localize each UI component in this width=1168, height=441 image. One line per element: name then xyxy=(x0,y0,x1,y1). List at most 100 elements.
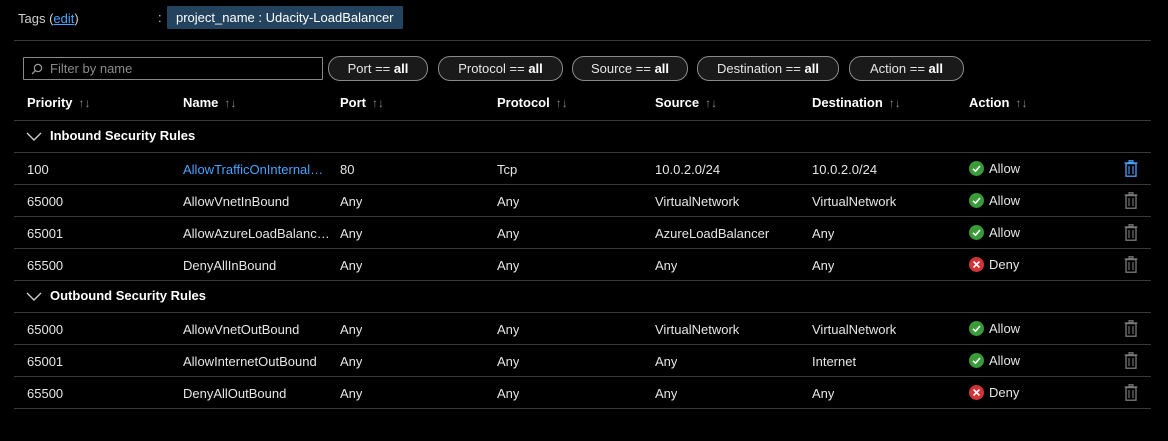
cell-destination: Internet xyxy=(812,354,857,369)
cell-destination: VirtualNetwork xyxy=(812,322,897,337)
cell-action: Allow xyxy=(969,193,1020,208)
cell-source: Any xyxy=(655,258,678,273)
tags-colon: : xyxy=(158,10,162,25)
cell-source: VirtualNetwork xyxy=(655,194,740,209)
cell-port: Any xyxy=(340,194,363,209)
column-name-label: Name xyxy=(183,95,219,110)
table-row[interactable]: 65000 AllowVnetOutBound Any Any VirtualNetwo… xyxy=(14,313,1151,345)
cell-destination: Any xyxy=(812,258,835,273)
column-port-label: Port xyxy=(340,95,366,110)
table-row[interactable]: 100 AllowTrafficOnInternalS… 80 Tcp 10.0.2.0… xyxy=(14,153,1151,185)
group-header[interactable]: Outbound Security Rules xyxy=(14,281,1151,313)
column-action-label: Action xyxy=(969,95,1010,110)
action-label: Allow xyxy=(989,321,1021,336)
table-header: Priority ↑↓ Name ↑↓ Port ↑↓ Protocol ↑↓ Sour… xyxy=(14,90,1151,121)
cell-protocol: Any xyxy=(497,194,520,209)
cell-priority: 65000 xyxy=(27,322,64,337)
trash-icon[interactable] xyxy=(1124,352,1140,370)
cell-protocol: Any xyxy=(497,226,520,241)
cell-protocol: Any xyxy=(497,354,520,369)
filter-box[interactable] xyxy=(23,57,323,80)
pill-destination-value: all xyxy=(804,61,819,76)
column-header-port[interactable]: Port ↑↓ xyxy=(340,95,384,110)
cell-source: Any xyxy=(655,386,678,401)
filter-pill-destination[interactable]: Destination == all xyxy=(697,56,839,81)
column-protocol-label: Protocol xyxy=(497,95,550,110)
tags-row: Tags (edit) xyxy=(18,6,79,30)
column-header-name[interactable]: Name ↑↓ xyxy=(183,95,236,110)
filter-pill-action[interactable]: Action == all xyxy=(849,56,964,81)
table-row[interactable]: 65001 AllowInternetOutBound Any Any Any Inter… xyxy=(14,345,1151,377)
column-destination-label: Destination xyxy=(812,95,883,110)
filter-pill-protocol[interactable]: Protocol == all xyxy=(438,56,563,81)
column-header-destination[interactable]: Destination ↑↓ xyxy=(812,95,901,110)
trash-icon[interactable] xyxy=(1124,160,1140,178)
pill-action-label: Action == xyxy=(869,61,929,76)
cell-priority: 65001 xyxy=(27,226,64,241)
column-header-source[interactable]: Source ↑↓ xyxy=(655,95,717,110)
x-circle-icon xyxy=(969,257,984,272)
filter-pill-port[interactable]: Port == all xyxy=(328,56,428,81)
sort-icon: ↑↓ xyxy=(1015,96,1028,110)
action-label: Deny xyxy=(989,257,1020,272)
cell-port: Any xyxy=(340,354,363,369)
cell-name: AllowVnetInBound xyxy=(183,194,290,209)
pill-destination-label: Destination == xyxy=(717,61,805,76)
cell-priority: 100 xyxy=(27,162,49,177)
cell-destination: Any xyxy=(812,386,835,401)
action-label: Allow xyxy=(989,161,1021,176)
chevron-down-icon[interactable] xyxy=(26,130,42,145)
trash-icon[interactable] xyxy=(1124,192,1140,210)
check-circle-icon xyxy=(969,225,984,240)
pill-port-value: all xyxy=(393,61,409,76)
pill-source-value: all xyxy=(654,61,670,76)
cell-port: Any xyxy=(340,386,363,401)
trash-icon[interactable] xyxy=(1124,384,1140,402)
cell-protocol: Any xyxy=(497,386,520,401)
cell-name: AllowVnetOutBound xyxy=(183,322,300,337)
cell-port: Any xyxy=(340,258,363,273)
column-header-action[interactable]: Action ↑↓ xyxy=(969,95,1027,110)
trash-icon[interactable] xyxy=(1124,224,1140,242)
cell-name[interactable]: AllowTrafficOnInternalS… xyxy=(183,162,331,177)
sort-icon: ↑↓ xyxy=(888,96,901,110)
cell-action: Deny xyxy=(969,385,1019,400)
group-title: Outbound Security Rules xyxy=(50,288,207,303)
tags-label-text: Tags ( xyxy=(18,10,54,26)
sort-icon: ↑↓ xyxy=(555,96,568,110)
column-source-label: Source xyxy=(655,95,700,110)
sort-icon: ↑↓ xyxy=(224,96,237,110)
cell-name: DenyAllInBound xyxy=(183,258,277,273)
cell-destination: VirtualNetwork xyxy=(812,194,897,209)
group-header[interactable]: Inbound Security Rules xyxy=(14,121,1151,153)
filter-pill-source[interactable]: Source == all xyxy=(572,56,688,81)
tags-edit-link[interactable]: edit xyxy=(53,11,74,26)
cell-action: Allow xyxy=(969,225,1020,240)
pill-action-value: all xyxy=(928,61,943,76)
cell-action: Allow xyxy=(969,161,1020,176)
cell-priority: 65000 xyxy=(27,194,64,209)
table-row[interactable]: 65001 AllowAzureLoadBalance… Any Any AzureLo… xyxy=(14,217,1151,249)
cell-source: AzureLoadBalancer xyxy=(655,226,770,241)
table-row[interactable]: 65000 AllowVnetInBound Any Any VirtualNetwor… xyxy=(14,185,1151,217)
cell-destination: 10.0.2.0/24 xyxy=(812,162,878,177)
table-row[interactable]: 65500 DenyAllOutBound Any Any Any Any Deny xyxy=(14,377,1151,409)
pill-source-label: Source == xyxy=(590,61,655,76)
cell-priority: 65001 xyxy=(27,354,64,369)
cell-priority: 65500 xyxy=(27,258,64,273)
column-header-protocol[interactable]: Protocol ↑↓ xyxy=(497,95,568,110)
cell-source: VirtualNetwork xyxy=(655,322,740,337)
filter-input[interactable] xyxy=(46,61,314,76)
check-circle-icon xyxy=(969,321,984,336)
x-circle-icon xyxy=(969,385,984,400)
trash-icon[interactable] xyxy=(1124,320,1140,338)
tag-chip[interactable]: project_name : Udacity-LoadBalancer xyxy=(167,6,403,29)
column-priority-label: Priority xyxy=(27,95,73,110)
table-row[interactable]: 65500 DenyAllInBound Any Any Any Any Deny xyxy=(14,249,1151,281)
cell-name: AllowInternetOutBound xyxy=(183,354,317,369)
trash-icon[interactable] xyxy=(1124,256,1140,274)
cell-protocol: Tcp xyxy=(497,162,518,177)
chevron-down-icon[interactable] xyxy=(26,290,42,305)
sort-icon: ↑↓ xyxy=(372,96,384,110)
column-header-priority[interactable]: Priority ↑↓ xyxy=(27,95,91,110)
